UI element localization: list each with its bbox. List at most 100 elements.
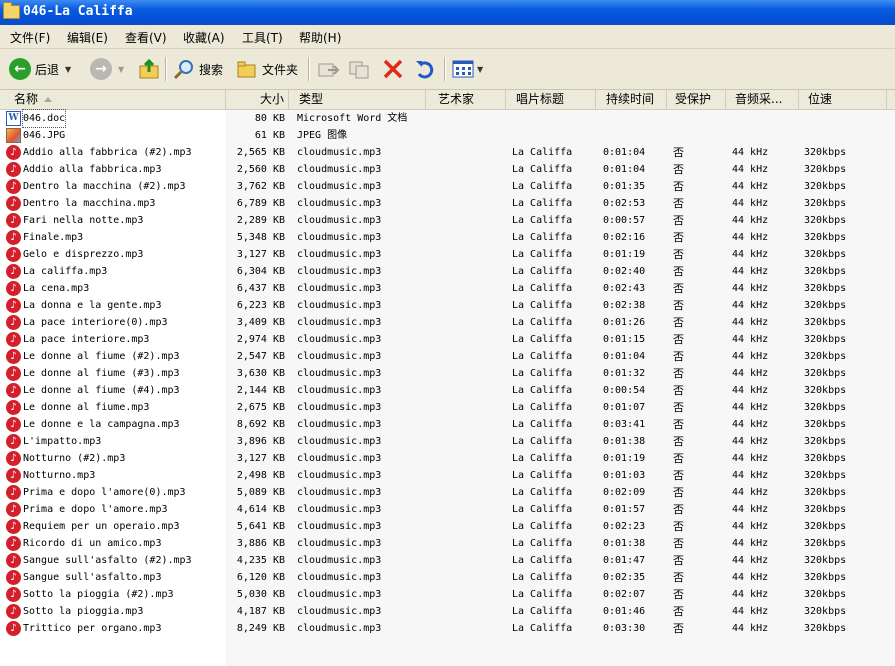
file-rate: 44 kHz — [732, 198, 769, 209]
file-rate: 44 kHz — [732, 504, 769, 515]
file-protected: 否 — [673, 299, 684, 312]
column-type[interactable]: 类型 — [289, 90, 426, 109]
column-protected[interactable]: 受保护 — [667, 90, 726, 109]
views-button[interactable]: ▼ — [451, 55, 483, 83]
file-row[interactable]: ♪ La pace interiore.mp3 2,974 KB cloudmusic… — [0, 331, 895, 348]
file-row[interactable]: ♪ La califfa.mp3 6,304 KB cloudmusic.mp3 La … — [0, 263, 895, 280]
file-bitrate: 320kbps — [804, 470, 847, 481]
file-row[interactable]: ♪ Ricordo di un amico.mp3 3,886 KB cloudmus… — [0, 535, 895, 552]
file-row[interactable]: W 046.doc 80 KB Microsoft Word 文档 — [0, 109, 895, 128]
file-row[interactable]: ♪ Notturno (#2).mp3 3,127 KB cloudmusic.mp3… — [0, 450, 895, 467]
file-rate: 44 kHz — [732, 351, 769, 362]
views-dropdown-icon[interactable]: ▼ — [477, 65, 483, 74]
back-dropdown-icon[interactable]: ▼ — [65, 65, 71, 74]
back-button[interactable]: ← 后退 ▼ — [9, 55, 71, 83]
file-protected: 否 — [673, 384, 684, 397]
folders-button[interactable]: 文件夹 — [236, 55, 298, 83]
delete-button[interactable] — [382, 55, 404, 83]
file-protected: 否 — [673, 163, 684, 176]
title-bar[interactable]: 046-La Califfa — [0, 0, 895, 25]
file-duration: 0:01:57 — [603, 504, 646, 515]
column-name[interactable]: 名称 — [0, 90, 226, 109]
file-row[interactable]: ♪ Sotto la pioggia.mp3 4,187 KB cloudmusic.… — [0, 603, 895, 620]
file-bitrate: 320kbps — [804, 334, 847, 345]
file-album: La Califfa — [512, 487, 573, 498]
views-grid-icon — [452, 60, 474, 78]
file-duration: 0:01:38 — [603, 436, 646, 447]
column-sample-rate[interactable]: 音频采... — [726, 90, 799, 109]
copy-to-button[interactable] — [348, 55, 372, 83]
file-row[interactable]: ♪ Le donne al fiume (#2).mp3 2,547 KB cloud… — [0, 348, 895, 365]
file-row[interactable]: ♪ Sotto la pioggia (#2).mp3 5,030 KB cloudm… — [0, 586, 895, 603]
file-rate: 44 kHz — [732, 436, 769, 447]
file-row[interactable]: ♪ Le donne al fiume (#4).mp3 2,144 KB cloud… — [0, 382, 895, 399]
file-album: La Califfa — [512, 521, 573, 532]
menu-view[interactable]: 查看(V) — [125, 29, 167, 46]
file-row[interactable]: ♪ Sangue sull'asfalto.mp3 6,120 KB cloudmus… — [0, 569, 895, 586]
file-row[interactable]: ♪ Sangue sull'asfalto (#2).mp3 4,235 KB clo… — [0, 552, 895, 569]
file-row[interactable]: 046.JPG 61 KB JPEG 图像 — [0, 127, 895, 144]
file-row[interactable]: ♪ Dentro la macchina (#2).mp3 3,762 KB clou… — [0, 178, 895, 195]
file-type: cloudmusic.mp3 — [297, 470, 382, 481]
file-row[interactable]: ♪ Gelo e disprezzo.mp3 3,127 KB cloudmusic.… — [0, 246, 895, 263]
column-album[interactable]: 唱片标题 — [506, 90, 596, 109]
file-row[interactable]: ♪ Requiem per un operaio.mp3 5,641 KB cloud… — [0, 518, 895, 535]
file-type: cloudmusic.mp3 — [297, 572, 382, 583]
file-row[interactable]: ♪ Finale.mp3 5,348 KB cloudmusic.mp3 La Cali… — [0, 229, 895, 246]
file-row[interactable]: ♪ Le donne al fiume.mp3 2,675 KB cloudmusic… — [0, 399, 895, 416]
file-size: 2,560 KB — [236, 164, 285, 175]
file-album: La Califfa — [512, 334, 573, 345]
menu-file[interactable]: 文件(F) — [10, 29, 50, 46]
menu-help[interactable]: 帮助(H) — [299, 29, 341, 46]
file-rate: 44 kHz — [732, 147, 769, 158]
file-row[interactable]: ♪ L'impatto.mp3 3,896 KB cloudmusic.mp3 La C… — [0, 433, 895, 450]
file-row[interactable]: ♪ Prima e dopo l'amore(0).mp3 5,089 KB clou… — [0, 484, 895, 501]
file-row[interactable]: ♪ Trittico per organo.mp3 8,249 KB cloudmus… — [0, 620, 895, 637]
file-duration: 0:02:38 — [603, 300, 646, 311]
file-duration: 0:01:19 — [603, 249, 646, 260]
move-to-button[interactable] — [316, 55, 340, 83]
search-button[interactable]: 搜索 — [173, 55, 223, 83]
file-row[interactable]: ♪ Addio alla fabbrica.mp3 2,560 KB cloudmus… — [0, 161, 895, 178]
file-rate: 44 kHz — [732, 249, 769, 260]
column-duration[interactable]: 持续时间 — [596, 90, 667, 109]
file-rate: 44 kHz — [732, 555, 769, 566]
file-row[interactable]: ♪ Notturno.mp3 2,498 KB cloudmusic.mp3 La Ca… — [0, 467, 895, 484]
menu-tools[interactable]: 工具(T) — [242, 29, 283, 46]
file-row[interactable]: ♪ Fari nella notte.mp3 2,289 KB cloudmusic.… — [0, 212, 895, 229]
file-row[interactable]: ♪ Le donne al fiume (#3).mp3 3,630 KB cloud… — [0, 365, 895, 382]
file-protected: 否 — [673, 333, 684, 346]
file-album: La Califfa — [512, 283, 573, 294]
file-album: La Califfa — [512, 385, 573, 396]
file-duration: 0:01:04 — [603, 164, 646, 175]
file-album: La Califfa — [512, 572, 573, 583]
undo-button[interactable] — [413, 55, 437, 83]
column-size[interactable]: 大小 — [226, 90, 289, 109]
file-row[interactable]: ♪ Dentro la macchina.mp3 6,789 KB cloudmusi… — [0, 195, 895, 212]
file-duration: 0:01:15 — [603, 334, 646, 345]
column-name-label: 名称 — [14, 92, 39, 106]
column-artist[interactable]: 艺术家 — [426, 90, 506, 109]
file-size: 8,249 KB — [236, 623, 285, 634]
up-folder-button[interactable] — [138, 55, 160, 83]
file-size: 4,187 KB — [236, 606, 285, 617]
file-type: cloudmusic.mp3 — [297, 164, 382, 175]
forward-button[interactable]: → ▼ — [90, 55, 124, 83]
file-row[interactable]: ♪ Addio alla fabbrica (#2).mp3 2,565 KB clo… — [0, 144, 895, 161]
menu-edit[interactable]: 编辑(E) — [67, 29, 108, 46]
file-row[interactable]: ♪ Le donne e la campagna.mp3 8,692 KB cloud… — [0, 416, 895, 433]
file-rate: 44 kHz — [732, 606, 769, 617]
forward-dropdown-icon[interactable]: ▼ — [118, 65, 124, 74]
column-bitrate[interactable]: 位速 — [799, 90, 887, 109]
menu-favorites[interactable]: 收藏(A) — [183, 29, 225, 46]
file-rate: 44 kHz — [732, 164, 769, 175]
file-row[interactable]: ♪ La pace interiore(0).mp3 3,409 KB cloudmu… — [0, 314, 895, 331]
file-size: 8,692 KB — [236, 419, 285, 430]
file-row[interactable]: ♪ La cena.mp3 6,437 KB cloudmusic.mp3 La Cal… — [0, 280, 895, 297]
file-row[interactable]: ♪ Prima e dopo l'amore.mp3 4,614 KB cloudmu… — [0, 501, 895, 518]
file-row[interactable]: ♪ La donna e la gente.mp3 6,223 KB cloudmus… — [0, 297, 895, 314]
file-bitrate: 320kbps — [804, 215, 847, 226]
file-album: La Califfa — [512, 419, 573, 430]
file-size: 3,630 KB — [236, 368, 285, 379]
file-size: 3,896 KB — [236, 436, 285, 447]
